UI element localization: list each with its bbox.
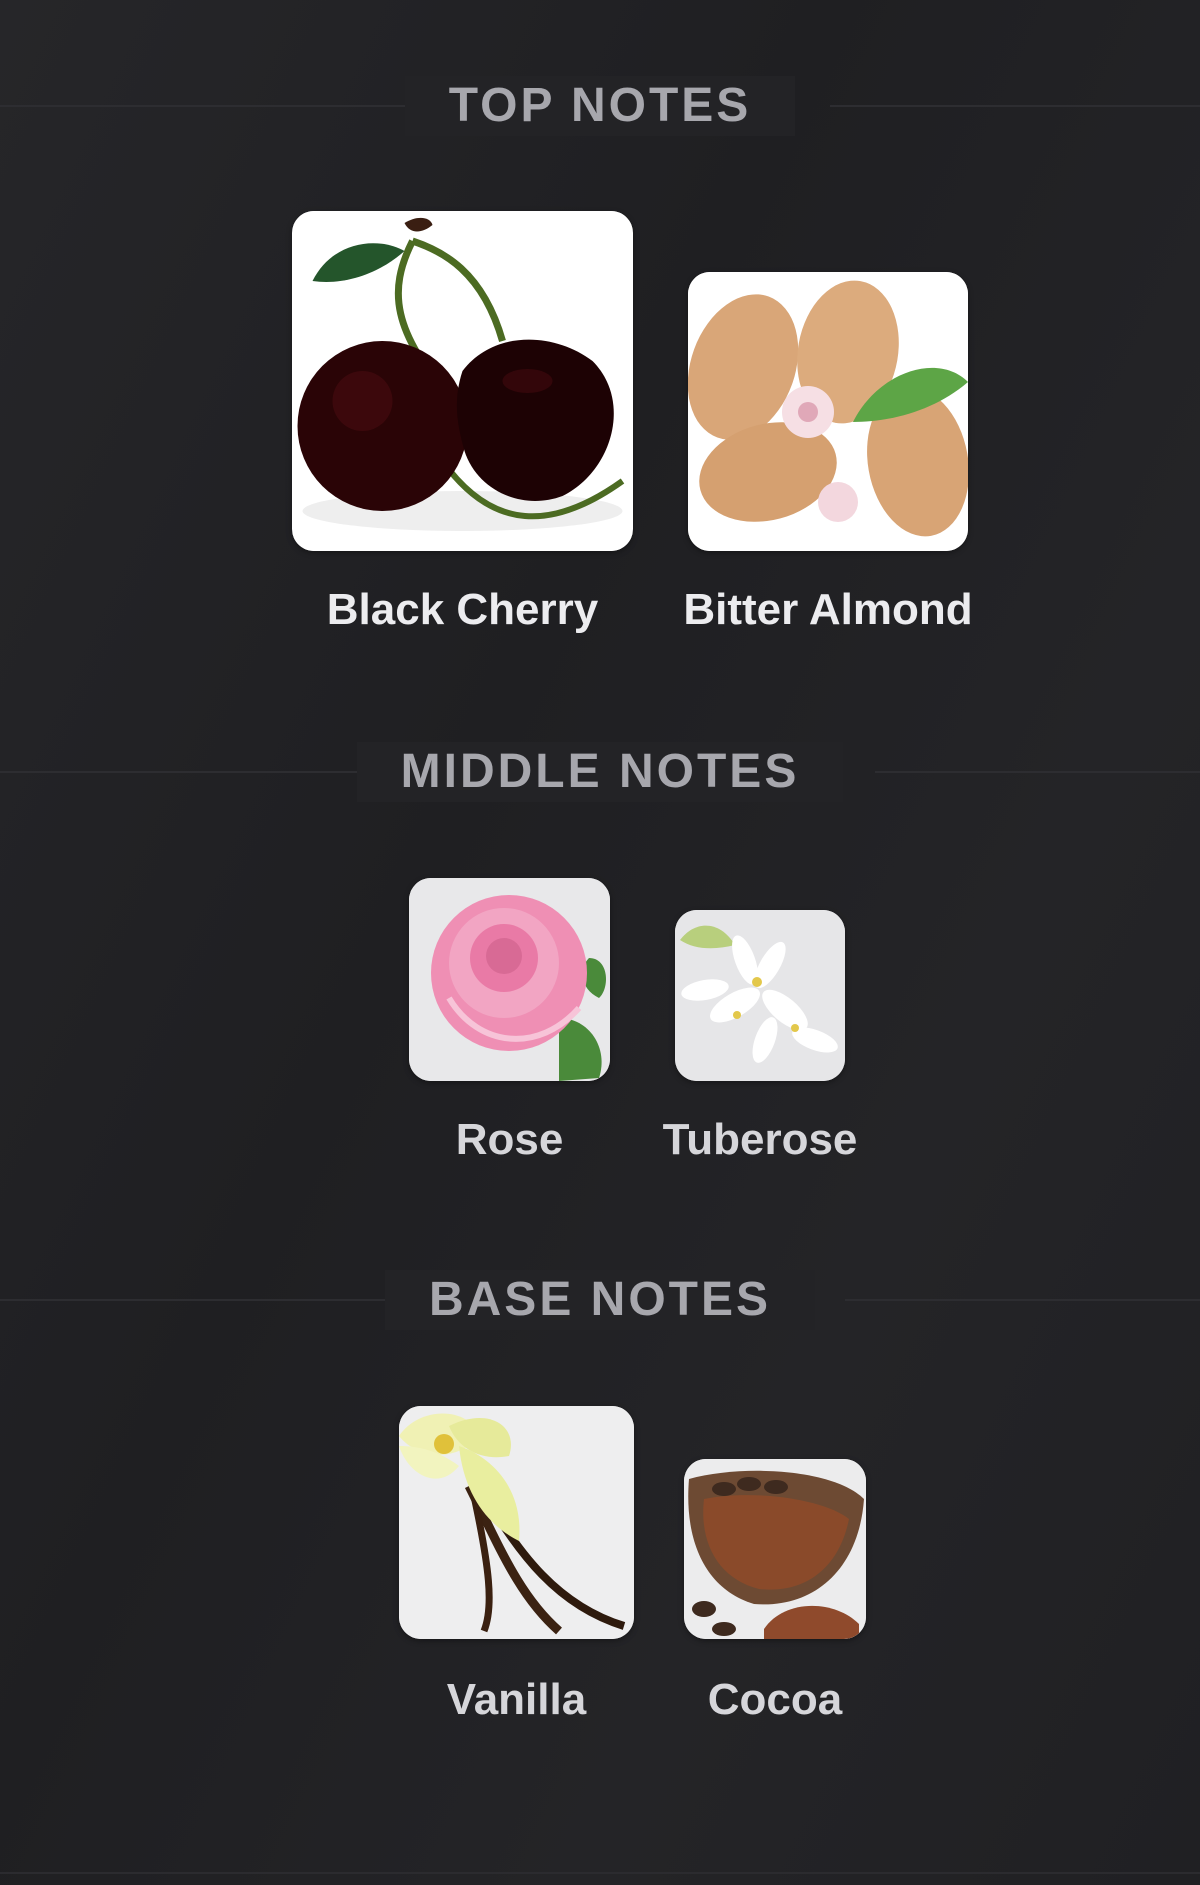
black-cherry-icon — [292, 211, 633, 551]
rose-icon — [409, 878, 610, 1081]
bottom-divider — [0, 1872, 1200, 1874]
cocoa-icon — [684, 1459, 866, 1639]
base-notes-header: BASE NOTES — [0, 1270, 1200, 1330]
note-label-bitter-almond: Bitter Almond — [683, 585, 973, 634]
note-label-tuberose: Tuberose — [662, 1115, 858, 1164]
section-title-top-notes: TOP NOTES — [404, 76, 796, 136]
note-label-vanilla: Vanilla — [446, 1675, 587, 1724]
black-cherry-image[interactable] — [292, 211, 633, 551]
section-title-middle-notes: MIDDLE NOTES — [356, 742, 844, 802]
middle-notes-header: MIDDLE NOTES — [0, 742, 1200, 802]
rose-image[interactable] — [409, 878, 610, 1081]
note-label-black-cherry: Black Cherry — [326, 585, 599, 634]
vanilla-image[interactable] — [399, 1406, 634, 1639]
cocoa-image[interactable] — [684, 1459, 866, 1639]
tuberose-image[interactable] — [675, 910, 845, 1081]
section-title-base-notes: BASE NOTES — [384, 1270, 816, 1330]
top-notes-header: TOP NOTES — [0, 76, 1200, 136]
bitter-almond-image[interactable] — [688, 272, 968, 551]
note-label-rose: Rose — [455, 1115, 564, 1164]
note-label-cocoa: Cocoa — [707, 1675, 843, 1724]
bitter-almond-icon — [688, 272, 968, 551]
tuberose-icon — [675, 910, 845, 1081]
vanilla-icon — [399, 1406, 634, 1639]
